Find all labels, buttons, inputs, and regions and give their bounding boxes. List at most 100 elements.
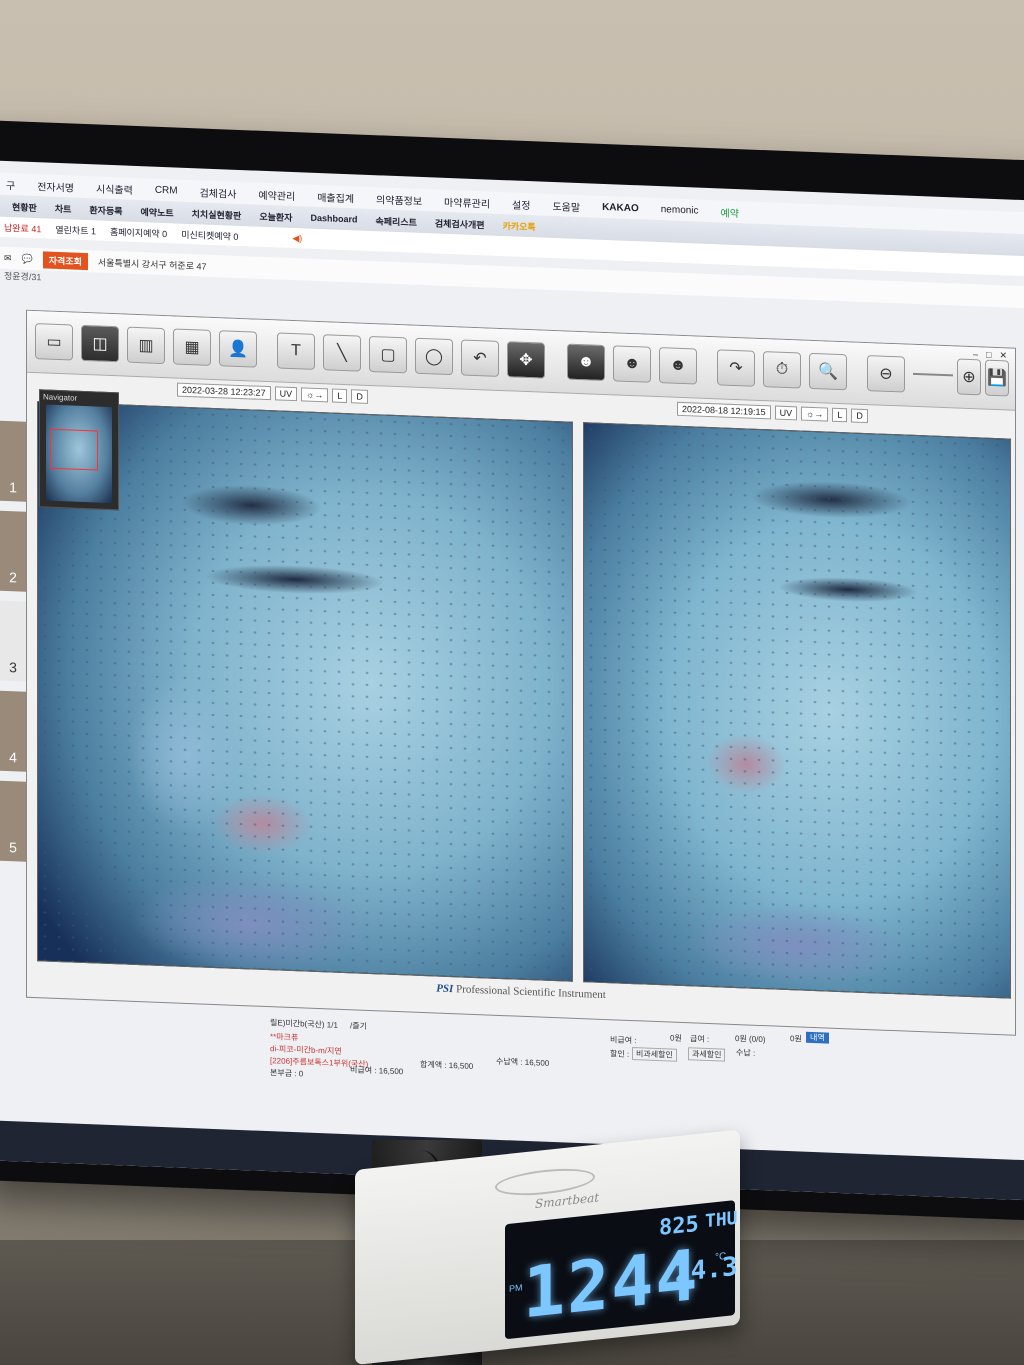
speaker-icon: ◀) <box>292 232 303 243</box>
clock-period: PM <box>509 1282 523 1294</box>
triple-view-icon[interactable]: ▥ <box>127 326 165 365</box>
rectangle-tool-icon[interactable]: ▢ <box>369 335 407 374</box>
status-item[interactable]: 미신티켓예약 0 <box>181 227 238 242</box>
menu-item[interactable]: CRM <box>155 184 178 196</box>
right-side-select[interactable]: L <box>832 407 848 423</box>
menu-item[interactable]: 마약류관리 <box>444 193 490 210</box>
patient-search-icon[interactable]: 🔍 <box>809 352 847 391</box>
clock-date: 825 <box>659 1211 699 1242</box>
menu-item[interactable]: 차트 <box>55 201 72 215</box>
side-tab[interactable]: 3 <box>0 600 26 682</box>
menu-item[interactable]: 예약관리 <box>258 186 295 202</box>
menu-item[interactable]: 속페리스트 <box>375 214 416 229</box>
save-icon[interactable]: 💾 <box>985 359 1009 397</box>
cover-label: 급여 : <box>690 1034 710 1045</box>
mail-icon[interactable]: ✉ <box>4 252 12 263</box>
left-flag-button[interactable]: D <box>351 389 368 404</box>
undo-icon[interactable]: ↶ <box>461 339 499 377</box>
menu-item[interactable]: 도움말 <box>552 197 580 213</box>
image-viewer-window: – □ ✕ ▭ ◫ ▥ ▦ 👤 T ╲ ▢ ◯ ↶ ✥ ☻ ☻ ☻ ↷ ⏱ 🔍 … <box>26 309 1016 1036</box>
left-side-select[interactable]: L <box>332 388 348 404</box>
eligibility-check-button[interactable]: 자격조회 <box>42 250 88 270</box>
patient-icon[interactable]: 👤 <box>219 330 257 368</box>
menu-item-kakao[interactable]: KAKAO <box>602 201 639 213</box>
face-front-icon[interactable]: ☻ <box>613 345 651 383</box>
menu-item-nemonic[interactable]: nemonic <box>661 204 699 216</box>
navigator[interactable]: Navigator <box>39 389 119 511</box>
right-flag-button[interactable]: D <box>851 408 868 424</box>
zoom-out-icon[interactable]: ⊖ <box>867 355 905 393</box>
menu-item[interactable]: 카카오톡 <box>503 219 536 233</box>
navigator-viewport[interactable] <box>50 428 98 471</box>
menu-item[interactable]: 현황판 <box>12 200 37 214</box>
menu-item[interactable]: 오늘환자 <box>259 209 292 223</box>
quad-view-icon[interactable]: ▦ <box>173 328 211 366</box>
right-date-select[interactable]: 2022-08-18 12:19:15 <box>677 401 771 420</box>
discount-label: 할인 : <box>610 1049 630 1059</box>
side-tab[interactable]: 5 <box>0 780 26 862</box>
monitor: 구 전자서명 시식출력 CRM 검체검사 예약관리 매출집계 의약품정보 마약류… <box>0 120 1024 1222</box>
right-mode-select[interactable]: UV <box>774 405 798 421</box>
right-uv-image-panel[interactable] <box>583 422 1011 999</box>
left-date-select[interactable]: 2022-03-28 12:23:27 <box>177 382 271 401</box>
cover-value: 0원 (0/0) <box>735 1034 766 1045</box>
menu-item[interactable]: 예약노트 <box>141 205 174 219</box>
menu-item-reservation[interactable]: 예약 <box>721 204 739 220</box>
zoom-in-icon[interactable]: ⊕ <box>957 358 981 396</box>
desk-clock: Smartbeat PM 1244 825 THU 24.3 °C <box>355 1129 740 1365</box>
move-icon[interactable]: ✥ <box>507 341 545 379</box>
receive-label: 수납 : <box>736 1048 756 1058</box>
dual-view-icon[interactable]: ◫ <box>81 324 119 363</box>
side-tab[interactable]: 2 <box>0 510 26 592</box>
face-left-icon[interactable]: ☻ <box>567 343 605 382</box>
right-panel-header: 2022-08-18 12:19:15 UV ☼→ L D <box>677 401 868 424</box>
clock-time: 1244 <box>523 1233 700 1335</box>
status-item[interactable]: 납완료 41 <box>4 220 41 234</box>
clock-temperature: 24.3 <box>675 1251 738 1289</box>
timer-icon[interactable]: ⏱ <box>763 351 801 389</box>
patient-address: 서울특별시 강서구 허준로 47 <box>97 257 207 272</box>
side-tabs: 1 2 3 4 5 <box>0 420 26 982</box>
menu-item[interactable]: 환자등록 <box>89 203 122 217</box>
side-tab[interactable]: 1 <box>0 420 26 502</box>
menu-item[interactable]: 검체검사개편 <box>435 216 485 231</box>
right-light-toggle[interactable]: ☼→ <box>801 406 829 422</box>
left-mode-select[interactable]: UV <box>274 386 298 402</box>
copay-amount: 본부금 : 0 <box>270 1068 304 1079</box>
menu-item[interactable]: 치치실현황판 <box>192 207 242 222</box>
brand-text: Professional Scientific Instrument <box>456 983 606 1002</box>
tax-free-discount-field[interactable]: 비과세할인 <box>632 1047 677 1062</box>
zoom-slider[interactable] <box>913 372 953 377</box>
menu-item[interactable]: 매출집계 <box>317 188 354 204</box>
menu-item[interactable]: 전자서명 <box>37 178 74 194</box>
non-cover-value: 0원 <box>670 1033 682 1043</box>
viewer-toolbar: – □ ✕ ▭ ◫ ▥ ▦ 👤 T ╲ ▢ ◯ ↶ ✥ ☻ ☻ ☻ ↷ ⏱ 🔍 … <box>27 310 1015 411</box>
menu-item[interactable]: 검체검사 <box>200 184 237 200</box>
menu-item[interactable]: 의약품정보 <box>376 191 422 208</box>
chat-icon[interactable]: 💬 <box>22 253 33 264</box>
tax-discount-field[interactable]: 과세할인 <box>688 1047 726 1062</box>
face-right-icon[interactable]: ☻ <box>659 347 697 385</box>
detail-button[interactable]: 내역 <box>806 1031 829 1044</box>
menu-item[interactable]: 구 <box>6 176 15 191</box>
status-item[interactable]: 홈페이지예약 0 <box>110 224 167 239</box>
patient-name: 정윤경/31 <box>4 270 42 283</box>
text-tool-icon[interactable]: T <box>277 332 315 370</box>
line-tool-icon[interactable]: ╲ <box>323 334 361 372</box>
status-item[interactable]: 열린차트 1 <box>55 222 96 237</box>
uv-face-photo-after <box>584 423 1010 998</box>
redo-icon[interactable]: ↷ <box>717 349 755 387</box>
received-amount: 수납액 : 16,500 <box>496 1056 550 1068</box>
treatment-line: /즐기 <box>350 1021 367 1031</box>
ellipse-tool-icon[interactable]: ◯ <box>415 337 453 376</box>
menu-item[interactable]: 시식출력 <box>96 180 133 196</box>
left-panel-header: 2022-03-28 12:23:27 UV ☼→ L D <box>177 382 368 404</box>
menu-item[interactable]: 설정 <box>512 196 530 212</box>
side-tab[interactable]: 4 <box>0 690 26 772</box>
single-view-icon[interactable]: ▭ <box>35 323 73 361</box>
treatment-line: **마크퓨 <box>270 1032 299 1043</box>
brand-logo: PSI <box>436 982 454 996</box>
menu-item[interactable]: Dashboard <box>310 213 357 225</box>
left-light-toggle[interactable]: ☼→ <box>301 387 329 403</box>
total-amount: 합계액 : 16,500 <box>420 1059 474 1071</box>
